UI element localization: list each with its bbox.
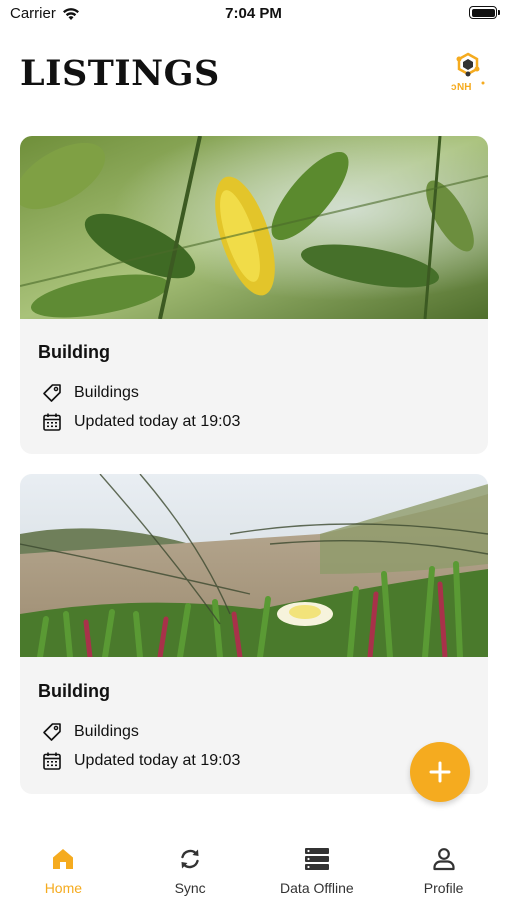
listing-title: Building	[38, 681, 110, 701]
listing-card[interactable]: Building Buildings Updated today at 19:0…	[20, 136, 488, 454]
listing-category-row: Buildings	[42, 383, 139, 403]
listing-card[interactable]: Building Buildings Updated today at 19:0…	[20, 474, 488, 794]
calendar-icon	[43, 752, 61, 770]
nav-item-sync[interactable]: Sync	[127, 836, 254, 900]
listing-updated: Updated today at 19:03	[74, 413, 241, 430]
nav-label-home: Home	[44, 880, 83, 896]
listing-updated: Updated today at 19:03	[74, 752, 241, 769]
plus-icon	[429, 761, 451, 783]
calendar-icon	[43, 413, 61, 431]
tag-icon	[43, 723, 61, 741]
home-icon	[53, 849, 74, 869]
add-listing-button[interactable]	[410, 742, 470, 802]
battery-icon	[469, 6, 500, 19]
nav-label-profile: Profile	[423, 880, 464, 896]
page-title: LISTINGS	[20, 53, 220, 94]
honeycomb-logo-icon[interactable]: ɔ NH	[446, 50, 490, 94]
nav-label-sync: Sync	[174, 880, 206, 896]
nav-item-profile[interactable]: Profile	[380, 836, 507, 900]
sync-icon	[181, 849, 199, 869]
listing-category: Buildings	[74, 384, 139, 401]
status-right	[469, 6, 500, 19]
listing-updated-row: Updated today at 19:03	[42, 412, 240, 432]
listing-updated-row: Updated today at 19:03	[42, 751, 240, 771]
logo-text: NH	[457, 82, 471, 93]
database-icon	[304, 848, 329, 870]
nav-item-data-offline[interactable]: Data Offline	[254, 836, 381, 900]
listing-category-row: Buildings	[42, 722, 139, 742]
person-icon	[433, 848, 455, 871]
listing-title: Building	[38, 342, 110, 362]
dune-flower-photo	[20, 474, 488, 657]
bottom-nav: Home Sync Data Offline Profile	[0, 836, 507, 900]
leaves-photo	[20, 136, 488, 319]
tag-icon	[43, 384, 61, 402]
nav-label-data-offline: Data Offline	[280, 880, 354, 896]
status-time: 7:04 PM	[225, 5, 282, 22]
nav-item-home[interactable]: Home	[0, 836, 127, 900]
listing-category: Buildings	[74, 723, 139, 740]
status-bar: Carrier 7:04 PM	[0, 0, 507, 28]
